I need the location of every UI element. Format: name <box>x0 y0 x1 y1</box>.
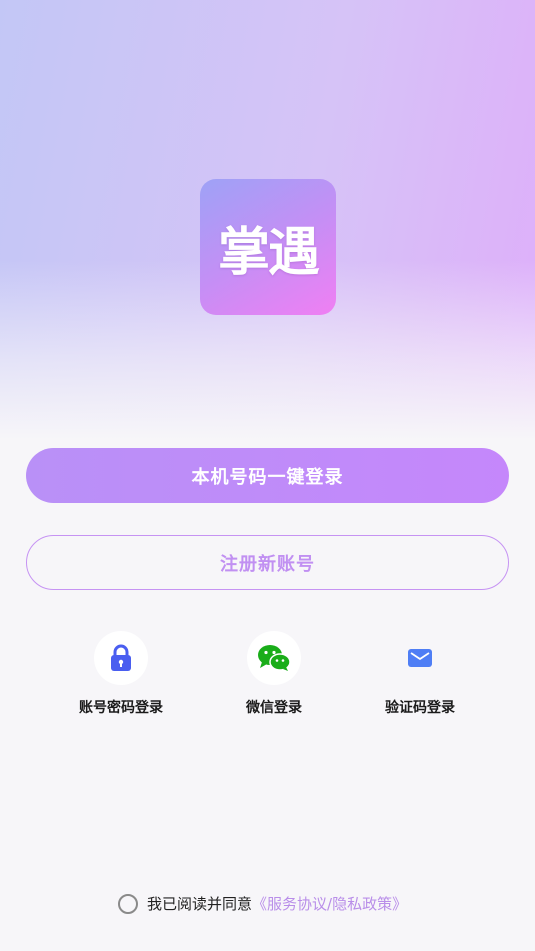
wechat-login-option[interactable]: 微信登录 <box>204 631 344 717</box>
agreement-link[interactable]: 《服务协议/隐私政策》 <box>252 893 407 914</box>
wechat-icon <box>258 645 291 671</box>
password-login-option[interactable]: 账号密码登录 <box>51 631 191 717</box>
mail-icon <box>408 649 432 667</box>
register-button[interactable]: 注册新账号 <box>26 535 509 590</box>
wechat-login-icon-circle[interactable] <box>247 631 301 685</box>
code-login-icon-circle[interactable] <box>393 631 447 685</box>
code-login-label: 验证码登录 <box>385 700 455 716</box>
one-click-login-button[interactable]: 本机号码一键登录 <box>26 448 509 503</box>
app-logo-text: 掌遇 <box>217 222 320 283</box>
agreement-checkbox[interactable] <box>118 893 138 914</box>
wechat-login-label: 微信登录 <box>246 700 302 716</box>
code-login-option[interactable]: 验证码登录 <box>350 631 490 717</box>
login-screen: 掌遇 本机号码一键登录 注册新账号 账号密码登录 微信登录 验证码登录 我已阅读… <box>0 0 535 951</box>
password-login-icon-circle[interactable] <box>94 631 148 685</box>
agreement-text: 我已阅读并同意 <box>147 895 253 913</box>
lock-icon <box>111 644 131 671</box>
app-logo: 掌遇 <box>200 179 336 315</box>
agreement-row: 我已阅读并同意 《服务协议/隐私政策》 <box>118 891 407 916</box>
password-login-label: 账号密码登录 <box>79 700 163 716</box>
